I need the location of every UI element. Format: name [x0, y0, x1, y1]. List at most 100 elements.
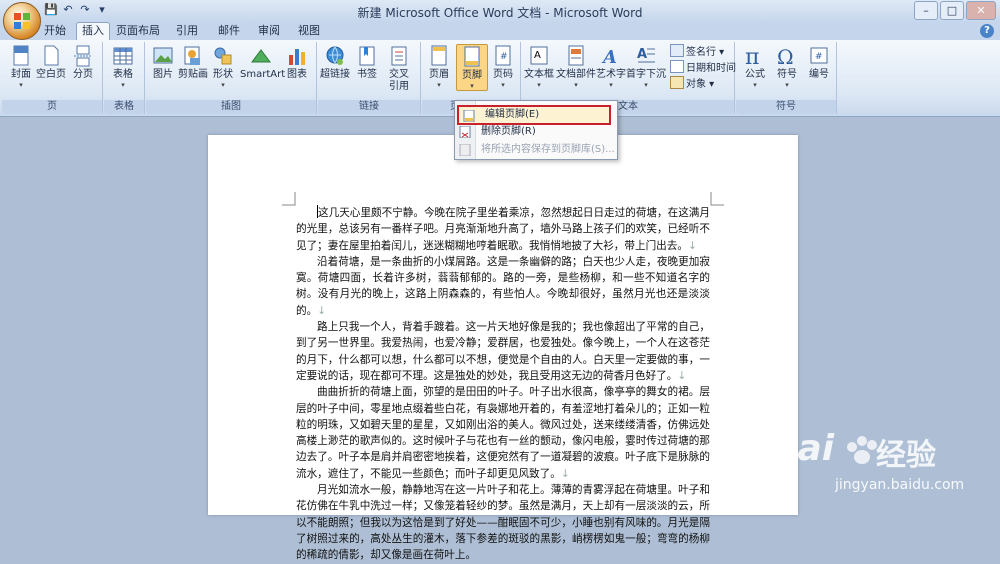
svg-text:A: A	[637, 47, 647, 62]
office-button[interactable]	[3, 2, 41, 40]
svg-text:#: #	[815, 52, 823, 62]
chart-button[interactable]: 图表	[282, 44, 312, 81]
object-icon	[670, 76, 684, 89]
footer-button[interactable]: 页脚 ▾	[456, 44, 488, 91]
footer-icon	[464, 46, 480, 67]
equation-icon: π	[745, 45, 759, 68]
table-button[interactable]: 表格 ▾	[108, 44, 138, 89]
page-number-button[interactable]: # 页码 ▾	[488, 44, 518, 89]
svg-text:Ω: Ω	[777, 45, 794, 68]
save-to-footer-gallery-menu-item: 将所选内容保存到页脚库(S)...	[455, 141, 615, 159]
window-title: 新建 Microsoft Office Word 文档 - Microsoft …	[357, 6, 643, 20]
paragraph: 曲曲折折的荷塘上面，弥望的是田田的叶子。叶子出水很高，像亭亭的舞女的裙。层层的叶…	[296, 386, 710, 480]
group-pages: 封面 ▾ 空白页 分页 页	[2, 42, 103, 114]
group-label-illustrations: 插图	[146, 100, 316, 114]
blank-page-button[interactable]: 空白页	[36, 44, 66, 81]
wordart-icon: A	[601, 47, 617, 68]
ribbon-tabs: 开始 插入 页面布局 引用 邮件 审阅 视图	[0, 22, 1000, 41]
clip-art-button[interactable]: 剪贴画	[178, 44, 208, 81]
blank-page-icon	[44, 45, 59, 66]
cross-reference-button[interactable]: 交叉 引用	[384, 44, 414, 93]
remove-footer-icon	[459, 126, 471, 138]
page-break-button[interactable]: 分页	[68, 44, 98, 81]
text-box-button[interactable]: A 文本框 ▾	[524, 44, 554, 89]
wordart-button[interactable]: A 艺术字 ▾	[596, 44, 626, 89]
svg-text:π: π	[745, 45, 759, 68]
tab-references[interactable]: 引用	[170, 23, 204, 39]
cover-page-button[interactable]: 封面 ▾	[6, 44, 36, 89]
save-selection-icon	[459, 144, 471, 156]
tab-review[interactable]: 审阅	[252, 23, 286, 39]
watermark-brand: Bai	[770, 428, 835, 469]
paragraph: 这几天心里颇不宁静。今晚在院子里坐着乘凉，忽然想起日日走过的荷塘，在这满月的光里…	[296, 205, 710, 252]
edit-footer-menu-item[interactable]: 编辑页脚(E)	[457, 105, 611, 125]
object-button[interactable]: 对象 ▾	[670, 76, 714, 92]
hyperlink-icon	[326, 46, 344, 65]
group-label-symbols: 符号	[736, 100, 836, 114]
group-symbols: π 公式 ▾ Ω 符号 ▾ # 编号 符号	[736, 42, 837, 114]
symbol-icon: Ω	[777, 45, 794, 68]
group-label-tables: 表格	[104, 100, 144, 114]
numbering-button[interactable]: # 编号	[804, 44, 834, 81]
tab-insert[interactable]: 插入	[76, 22, 110, 41]
shapes-button[interactable]: 形状 ▾	[208, 44, 238, 89]
paragraph: 月光如流水一般，静静地泻在这一片叶子和花上。薄薄的青雾浮起在荷塘里。叶子和花仿佛…	[296, 484, 710, 562]
picture-button[interactable]: 图片	[148, 44, 178, 81]
group-illustrations: 图片 剪贴画 形状 ▾ SmartArt 图表 插图	[146, 42, 317, 114]
cross-reference-icon	[391, 46, 407, 66]
quick-parts-button[interactable]: 文档部件 ▾	[556, 44, 596, 89]
table-icon	[113, 47, 133, 65]
smartart-button[interactable]: SmartArt	[240, 44, 285, 81]
crop-mark-top-right	[710, 192, 724, 206]
remove-footer-menu-item[interactable]: 删除页脚(R)	[455, 123, 615, 141]
page-break-icon	[74, 45, 92, 67]
date-time-icon	[670, 60, 684, 73]
watermark-url: jingyan.baidu.com	[835, 477, 965, 493]
symbol-button[interactable]: Ω 符号 ▾	[772, 44, 802, 89]
chart-icon	[289, 49, 305, 65]
signature-line-button[interactable]: 签名行 ▾	[670, 44, 724, 60]
edit-footer-icon	[463, 110, 475, 122]
footer-dropdown-menu: 编辑页脚(E) 删除页脚(R) 将所选内容保存到页脚库(S)...	[454, 100, 618, 160]
shapes-icon	[214, 47, 232, 65]
picture-icon	[153, 47, 173, 64]
svg-text:A: A	[601, 47, 617, 68]
clip-art-icon	[184, 46, 200, 65]
smartart-icon	[251, 49, 271, 63]
numbering-icon: #	[810, 47, 828, 64]
tab-page-layout[interactable]: 页面布局	[112, 23, 164, 39]
window-controls: – □ ✕	[912, 1, 996, 20]
date-time-button[interactable]: 日期和时间	[670, 60, 736, 76]
drop-cap-button[interactable]: A 首字下沉 ▾	[626, 44, 666, 89]
group-links: 超链接 书签 交叉 引用 链接	[318, 42, 421, 114]
minimize-button[interactable]: –	[914, 1, 938, 20]
bookmark-icon	[359, 46, 375, 66]
group-label-links: 链接	[318, 100, 420, 114]
paragraph: 路上只我一个人，背着手踱着。这一片天地好像是我的；我也像超出了平常的自己，到了另…	[296, 321, 710, 382]
header-icon	[431, 45, 447, 66]
group-tables: 表格 ▾ 表格	[104, 42, 145, 114]
header-button[interactable]: 页眉 ▾	[424, 44, 454, 89]
crop-mark-top-left	[282, 192, 296, 206]
office-logo-icon	[14, 13, 30, 29]
help-icon[interactable]: ?	[980, 24, 994, 38]
quick-parts-icon	[568, 45, 584, 66]
drop-cap-icon: A	[637, 47, 655, 63]
title-bar: 💾 ↶ ↷ ▾ 新建 Microsoft Office Word 文档 - Mi…	[0, 0, 1000, 22]
signature-line-icon	[670, 44, 684, 57]
cover-page-icon	[13, 45, 29, 66]
page-number-icon: #	[495, 45, 511, 66]
svg-text:A: A	[534, 50, 541, 61]
tab-view[interactable]: 视图	[292, 23, 326, 39]
text-box-icon: A	[530, 46, 548, 65]
group-label-pages: 页	[2, 100, 102, 114]
close-button[interactable]: ✕	[966, 1, 996, 20]
maximize-button[interactable]: □	[940, 1, 964, 20]
watermark-brand-cn: 经验	[876, 438, 936, 473]
hyperlink-button[interactable]: 超链接	[320, 44, 350, 81]
tab-home[interactable]: 开始	[38, 23, 72, 39]
tab-mailings[interactable]: 邮件	[212, 23, 246, 39]
equation-button[interactable]: π 公式 ▾	[740, 44, 770, 89]
paragraph: 沿着荷塘，是一条曲折的小煤屑路。这是一条幽僻的路；白天也少人走，夜晚更加寂寞。荷…	[296, 255, 710, 317]
bookmark-button[interactable]: 书签	[352, 44, 382, 81]
